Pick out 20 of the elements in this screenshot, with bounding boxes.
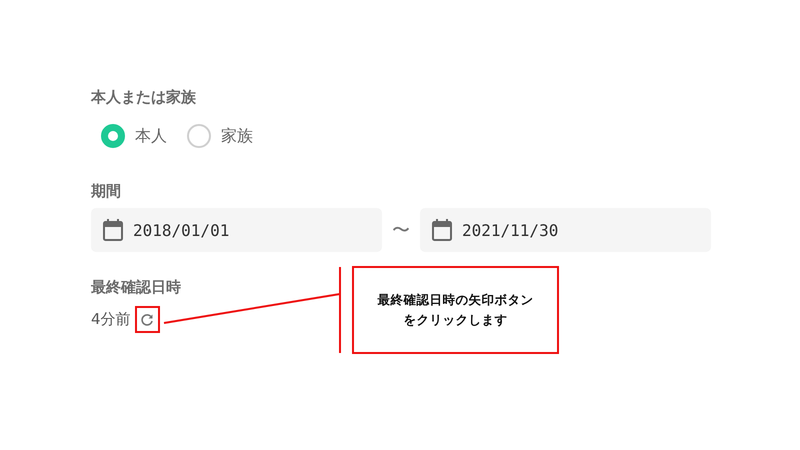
date-value: 2018/01/01	[133, 220, 230, 240]
refresh-button[interactable]	[140, 312, 154, 326]
date-field[interactable]: 2021/11/30	[420, 208, 711, 252]
date-field[interactable]: 2018/01/01	[91, 208, 382, 252]
field-label: 最終確認日時	[91, 277, 182, 298]
date-value: 2021/11/30	[462, 220, 558, 240]
calendar-icon	[103, 219, 123, 241]
field-label: 期間	[91, 181, 122, 202]
radio-label: 本人	[135, 126, 167, 146]
radio-button[interactable]	[101, 124, 125, 148]
range-separator: 〜	[391, 219, 411, 242]
calendar-icon	[432, 219, 452, 241]
refresh-icon	[140, 312, 154, 326]
radio-option[interactable]: 本人	[101, 124, 167, 148]
radio-button[interactable]	[187, 124, 211, 148]
radio-option[interactable]: 家族	[187, 124, 253, 148]
elapsed-time: 4分前	[91, 310, 131, 329]
callout-text: 最終確認日時の矢印ボタンをクリックします	[376, 291, 534, 329]
radio-label: 家族	[221, 126, 253, 146]
field-label: 本人または家族	[91, 87, 197, 108]
